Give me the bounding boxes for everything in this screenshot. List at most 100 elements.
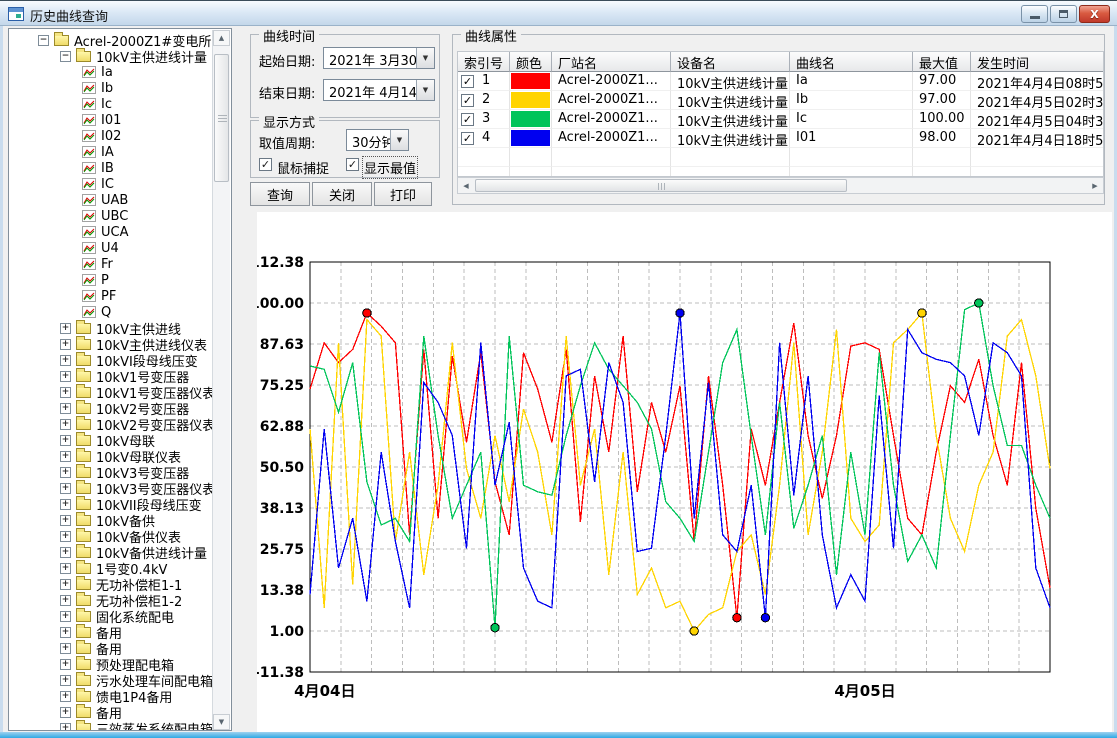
tree-item[interactable]: +三效蒸发系统配电箱	[60, 720, 213, 731]
tree-expand-box[interactable]: +	[60, 339, 71, 350]
tree-expand-box[interactable]: +	[60, 515, 71, 526]
row-checkbox[interactable]: ✓	[461, 113, 474, 126]
device-tree[interactable]: −Acrel-2000Z1#变电所−10kV主供进线计量IaIbIcI01I02…	[8, 28, 232, 731]
period-select[interactable]: 30分钟 ▼	[346, 129, 409, 151]
tree-expand-box[interactable]: +	[60, 659, 71, 670]
tree-item[interactable]: −10kV主供进线计量	[60, 48, 207, 64]
table-row[interactable]: ✓4Acrel-2000Z1...10kV主供进线计量I0198.002021年…	[458, 129, 1103, 148]
tree-expand-box[interactable]: +	[60, 627, 71, 638]
tree-expand-box[interactable]: +	[60, 563, 71, 574]
curve-icon	[82, 242, 96, 254]
tree-expand-box[interactable]: +	[60, 723, 71, 732]
tree-item[interactable]: IC	[82, 176, 114, 192]
scroll-right-button[interactable]: ▶	[1087, 178, 1103, 193]
scroll-up-button[interactable]: ▲	[213, 30, 230, 46]
table-cell	[790, 148, 913, 167]
show-extremes-label[interactable]: 显示最值	[364, 158, 416, 177]
start-date-dropdown-button[interactable]: ▼	[416, 48, 434, 68]
column-header-4[interactable]: 设备名	[671, 52, 790, 72]
minimize-button[interactable]	[1021, 5, 1048, 23]
tree-expand-box[interactable]: +	[60, 403, 71, 414]
tree-expand-box[interactable]: +	[60, 611, 71, 622]
tree-expand-box[interactable]: +	[60, 707, 71, 718]
tree-expand-box[interactable]: +	[60, 547, 71, 558]
tree-item[interactable]: I02	[82, 128, 121, 144]
row-checkbox[interactable]: ✓	[461, 75, 474, 88]
tree-expand-box[interactable]: +	[60, 691, 71, 702]
tree-item[interactable]: I01	[82, 112, 121, 128]
column-header-2[interactable]: 颜色	[510, 52, 552, 72]
tree-expand-box[interactable]: +	[60, 467, 71, 478]
tree-expand-box[interactable]: +	[60, 675, 71, 686]
curve-properties-table[interactable]: 索引号颜色厂站名设备名曲线名最大值发生时间 ✓1Acrel-2000Z1...1…	[457, 51, 1104, 177]
table-row[interactable]	[458, 148, 1103, 167]
curve-icon	[82, 306, 96, 318]
tree-expand-box[interactable]: +	[60, 419, 71, 430]
scroll-left-button[interactable]: ◀	[458, 178, 474, 193]
table-horizontal-scrollbar[interactable]: ◀ ▶	[457, 177, 1104, 194]
scroll-down-button[interactable]: ▼	[213, 714, 230, 730]
column-header-3[interactable]: 厂站名	[552, 52, 671, 72]
close-dialog-button[interactable]: 关闭	[312, 182, 372, 206]
tree-expand-box[interactable]: +	[60, 451, 71, 462]
tree-expand-box[interactable]: +	[60, 323, 71, 334]
column-header-1[interactable]: 索引号	[458, 52, 510, 72]
curve-icon	[82, 274, 96, 286]
folder-icon	[76, 611, 91, 622]
tree-item[interactable]: Ic	[82, 96, 112, 112]
tree-expand-box[interactable]: +	[60, 579, 71, 590]
tree-item[interactable]: PF	[82, 288, 116, 304]
scroll-thumb[interactable]	[214, 54, 229, 182]
table-row[interactable]: ✓2Acrel-2000Z1...10kV主供进线计量Ib97.002021年4…	[458, 91, 1103, 110]
tree-collapse-box[interactable]: −	[60, 51, 71, 62]
tree-expand-box[interactable]: +	[60, 499, 71, 510]
tree-item[interactable]: P	[82, 272, 109, 288]
tree-item[interactable]: IA	[82, 144, 114, 160]
period-dropdown-button[interactable]: ▼	[390, 130, 408, 150]
tree-item[interactable]: UCA	[82, 224, 129, 240]
tree-item[interactable]: IB	[82, 160, 114, 176]
folder-icon	[76, 323, 91, 334]
tree-item-label: I01	[101, 113, 121, 128]
table-row[interactable]: ✓3Acrel-2000Z1...10kV主供进线计量Ic100.002021年…	[458, 110, 1103, 129]
titlebar[interactable]: 历史曲线查询 X	[0, 0, 1117, 26]
row-checkbox[interactable]: ✓	[461, 94, 474, 107]
row-checkbox[interactable]: ✓	[461, 132, 474, 145]
column-header-5[interactable]: 曲线名	[790, 52, 913, 72]
tree-expand-box[interactable]: +	[60, 387, 71, 398]
end-date-picker[interactable]: 2021年 4月14 ▼	[323, 79, 435, 101]
tree-expand-box[interactable]: +	[60, 435, 71, 446]
table-cell: ✓1	[458, 72, 510, 91]
tree-collapse-box[interactable]: −	[38, 35, 49, 46]
column-header-7[interactable]: 发生时间	[971, 52, 1104, 72]
y-tick-label: 62.88	[260, 419, 304, 435]
maximize-button[interactable]	[1050, 5, 1077, 23]
column-header-6[interactable]: 最大值	[913, 52, 971, 72]
tree-item[interactable]: Ib	[82, 80, 113, 96]
end-date-dropdown-button[interactable]: ▼	[416, 80, 434, 100]
table-row[interactable]: ✓1Acrel-2000Z1...10kV主供进线计量Ia97.002021年4…	[458, 72, 1103, 91]
table-row[interactable]	[458, 167, 1103, 177]
tree-vertical-scrollbar[interactable]: ▲ ▼	[212, 30, 230, 730]
folder-icon	[76, 467, 91, 478]
start-date-picker[interactable]: 2021年 3月30 ▼	[323, 47, 435, 69]
tree-item[interactable]: UBC	[82, 208, 128, 224]
tree-item[interactable]: UAB	[82, 192, 128, 208]
tree-expand-box[interactable]: +	[60, 531, 71, 542]
tree-expand-box[interactable]: +	[60, 595, 71, 606]
tree-expand-box[interactable]: +	[60, 483, 71, 494]
hscroll-thumb[interactable]	[475, 179, 847, 192]
tree-expand-box[interactable]: +	[60, 371, 71, 382]
tree-item[interactable]: Ia	[82, 64, 113, 80]
tree-item[interactable]: U4	[82, 240, 119, 256]
mouse-capture-label[interactable]: 鼠标捕捉	[277, 158, 329, 177]
tree-item[interactable]: Fr	[82, 256, 113, 272]
query-button[interactable]: 查询	[250, 182, 310, 206]
tree-expand-box[interactable]: +	[60, 643, 71, 654]
close-button[interactable]: X	[1079, 5, 1110, 23]
mouse-capture-checkbox[interactable]: ✓	[259, 158, 272, 171]
print-button[interactable]: 打印	[374, 182, 432, 206]
tree-expand-box[interactable]: +	[60, 355, 71, 366]
chart-panel[interactable]: 112.38100.0087.6375.2562.8850.5038.1325.…	[257, 212, 1112, 732]
show-extremes-checkbox[interactable]: ✓	[346, 158, 359, 171]
